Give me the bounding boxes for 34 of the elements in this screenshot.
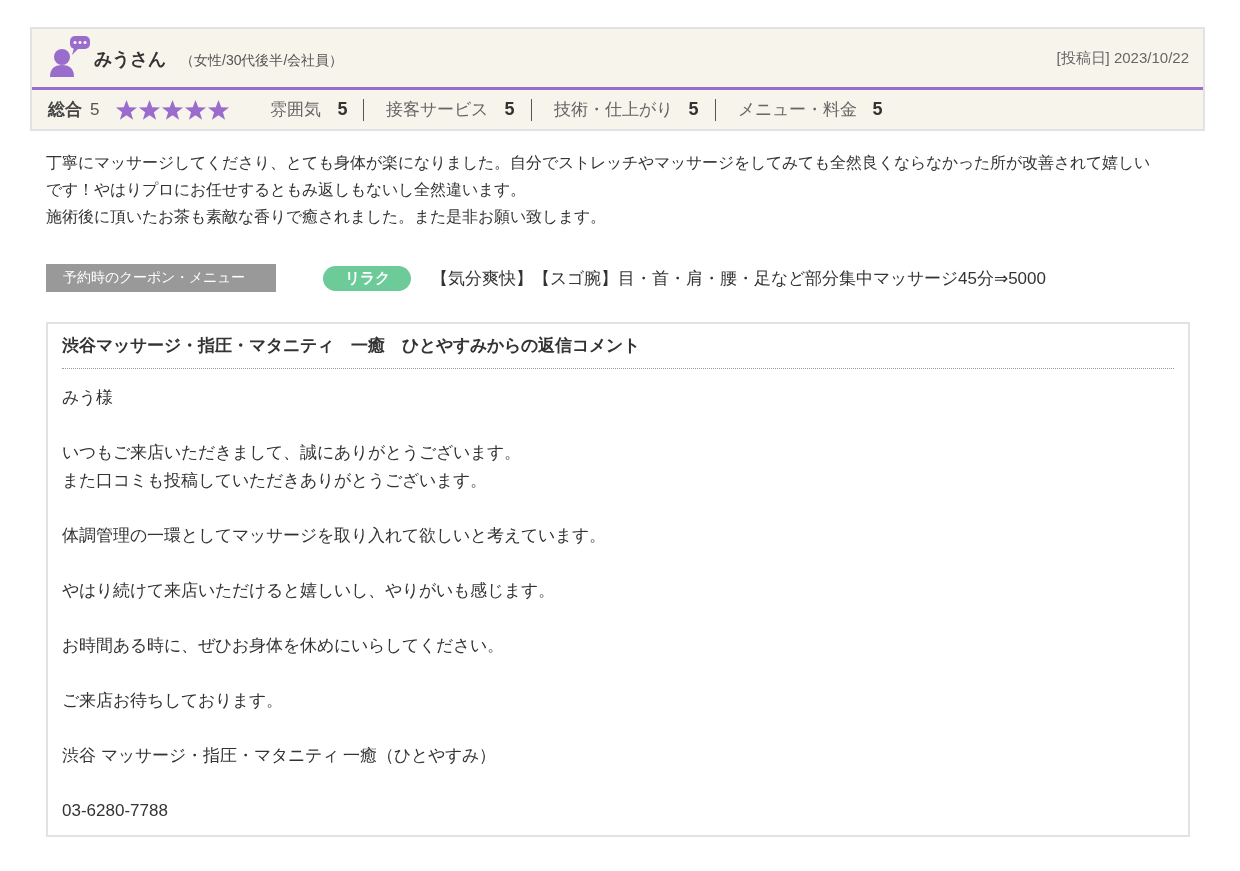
star-icon xyxy=(161,98,185,121)
reply-text: ご来店お待ちしております。 xyxy=(62,690,284,712)
star-icon xyxy=(115,98,139,121)
reply-title: 渋谷マッサージ・指圧・マタニティ 一癒 ひとやすみからの返信コメント xyxy=(62,334,1174,369)
reply-text: 03-6280-7788 xyxy=(62,800,169,822)
overall-score: 5 xyxy=(90,99,100,120)
category-tag: リラク xyxy=(323,265,411,291)
post-date: [投稿日] 2023/10/22 xyxy=(1056,49,1189,68)
overall-label: 総合 xyxy=(48,99,82,121)
star-icon xyxy=(207,98,231,121)
review-text: 施術後に頂いたお茶も素敵な香りで癒されました。また是非お願い致します。 xyxy=(46,207,607,227)
user-comment-icon xyxy=(48,35,92,77)
rating-label: 技術・仕上がり xyxy=(553,99,673,121)
reviewer-name: みうさん xyxy=(94,48,166,71)
reply-text: また口コミも投稿していただきありがとうございます。 xyxy=(62,470,488,492)
coupon-label: 予約時のクーポン・メニュー xyxy=(46,264,276,292)
rating-score: 5 xyxy=(872,99,883,120)
star-icon xyxy=(184,98,208,121)
star-icon xyxy=(138,98,162,121)
reply-text: 渋谷 マッサージ・指圧・マタニティ 一癒（ひとやすみ） xyxy=(62,745,498,767)
rating-score: 5 xyxy=(504,99,515,120)
reply-text: いつもご来店いただきまして、誠にありがとうございます。 xyxy=(62,442,522,464)
rating-score: 5 xyxy=(337,99,348,120)
rating-label: 接客サービス xyxy=(386,99,489,121)
reviewer-profile: （女性/30代後半/会社員） xyxy=(180,52,344,70)
coupon-menu-text: 【気分爽快】【スゴ腕】目・首・肩・腰・足など部分集中マッサージ45分⇒5000 xyxy=(431,267,1046,290)
reply-text: みう様 xyxy=(62,387,114,409)
reply-text: 体調管理の一環としてマッサージを取り入れて欲しいと考えています。 xyxy=(62,525,607,547)
reply-text: やはり続けて来店いただけると嬉しいし、やりがいも感じます。 xyxy=(62,580,556,602)
rating-label: メニュー・料金 xyxy=(737,99,857,121)
reply-text: お時間ある時に、ぜひお身体を休めにいらしてください。 xyxy=(62,635,505,657)
review-text: 丁寧にマッサージしてくださり、とても身体が楽になりました。自分でストレッチやマッサージをしてみても全然良くならなかった所が改善されて嬉しいです！やはりプロにお任せするともみ返しもないし全然違います。 xyxy=(46,153,1151,200)
rating-label: 雰囲気 xyxy=(270,99,322,121)
rating-score: 5 xyxy=(688,99,699,120)
